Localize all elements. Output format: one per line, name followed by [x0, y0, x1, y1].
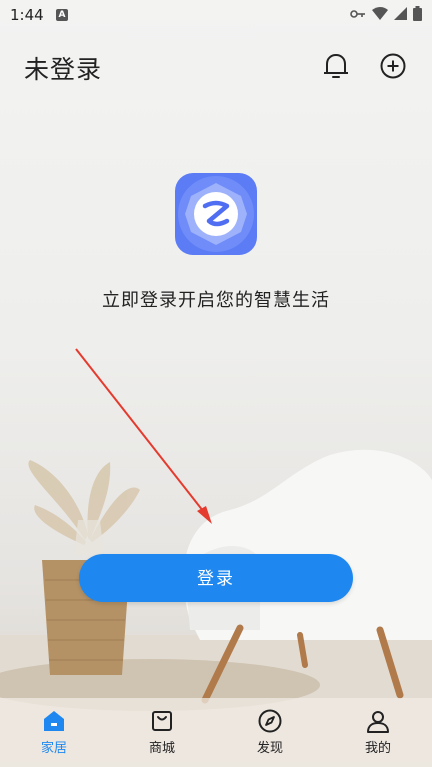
status-time: 1:44: [10, 6, 44, 24]
nav-item-home[interactable]: 家居: [0, 698, 108, 767]
shopping-bag-icon: [152, 711, 172, 731]
wifi-icon: [372, 7, 388, 20]
add-icon[interactable]: [380, 53, 406, 79]
bell-icon[interactable]: [323, 52, 349, 80]
bottom-nav: 家居 商城 发现 我的: [0, 698, 432, 767]
nav-label-mall: 商城: [148, 741, 175, 756]
page-title: 未登录: [24, 55, 103, 84]
logo-mark-icon: [178, 176, 254, 252]
login-button[interactable]: 登录: [79, 554, 353, 602]
app-screen: 1:44 A 未登录 立即登录开启您的智慧生活 登录 家居 商城 发现 我的: [0, 0, 432, 767]
status-bar: 1:44 A: [0, 0, 432, 32]
battery-icon: [413, 6, 422, 21]
dried-plant: [28, 460, 140, 545]
home-icon: [44, 711, 64, 731]
compass-icon: [258, 709, 282, 733]
nav-label-home: 家居: [40, 741, 67, 756]
nav-item-mall[interactable]: 商城: [108, 698, 216, 767]
nav-item-discover[interactable]: 发现: [216, 698, 324, 767]
top-bar: 未登录: [0, 40, 432, 94]
annotation-arrow: [75, 348, 212, 524]
nav-label-mine: 我的: [364, 741, 391, 756]
app-logo: [175, 173, 257, 255]
background-scene: [0, 348, 432, 767]
key-icon: [350, 9, 365, 18]
user-icon: [367, 711, 389, 733]
vase: [74, 520, 104, 555]
welcome-tagline: 立即登录开启您的智慧生活: [102, 290, 330, 311]
status-icons: [350, 6, 422, 21]
nav-label-discover: 发现: [256, 741, 283, 756]
notification-a-icon: A: [56, 9, 68, 21]
nav-item-mine[interactable]: 我的: [324, 698, 432, 767]
signal-icon: [394, 7, 407, 20]
